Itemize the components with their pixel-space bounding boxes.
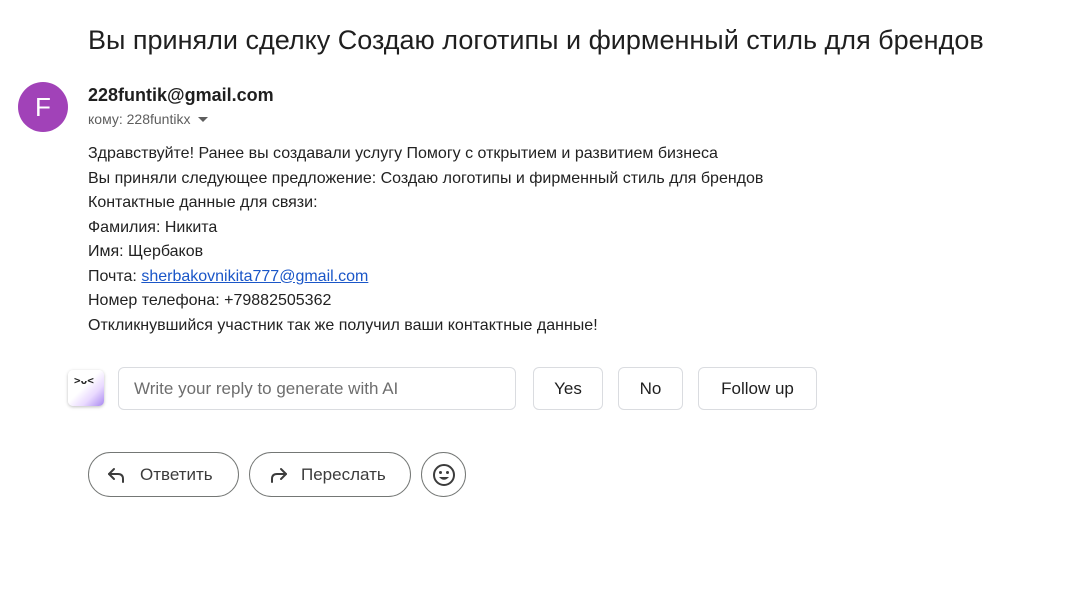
ai-reply-input[interactable] (118, 367, 516, 410)
forward-arrow-icon (271, 467, 287, 483)
body-name: Имя: Щербаков (88, 243, 204, 260)
reply-arrow-icon (108, 467, 124, 483)
emoji-reaction-button[interactable] (421, 452, 466, 497)
suggestion-follow-up-button[interactable]: Follow up (698, 367, 817, 410)
smiley-icon (432, 463, 455, 486)
suggestion-no-button[interactable]: No (618, 367, 683, 410)
body-surname: Фамилия: Никита (88, 218, 218, 236)
body-email-row: Почта: sherbakovnikita777@gmail.com (88, 265, 763, 290)
body-phone: Номер телефона: +79882505362 (88, 292, 332, 309)
sender-address[interactable]: 228funtik@gmail.com (88, 84, 274, 106)
recipient-details-toggle[interactable]: кому: 228funtikx (88, 110, 209, 128)
chevron-down-icon[interactable] (198, 116, 209, 122)
email-body: Здравствуйте! Ранее вы создавали услугу … (88, 142, 763, 338)
email-view: Вы приняли сделку Создаю логотипы и фирм… (0, 0, 1076, 591)
sender-avatar[interactable]: F (18, 82, 68, 132)
reply-label: Ответить (140, 464, 213, 484)
gemini-ai-icon: >ᴗ< (68, 370, 104, 406)
contact-email-link[interactable]: sherbakovnikita777@gmail.com (141, 268, 368, 285)
body-contacts-heading: Контактные данные для связи: (88, 194, 318, 211)
reply-button[interactable]: Ответить (88, 452, 239, 497)
body-offer: Вы приняли следующее предложение: Создаю… (88, 169, 764, 187)
body-closing: Откликнувшийся участник так же получил в… (88, 316, 598, 334)
forward-button[interactable]: Переслать (249, 452, 411, 497)
body-email-label: Почта: (88, 267, 142, 285)
email-subject: Вы приняли сделку Создаю логотипы и фирм… (88, 25, 984, 55)
recipient-label: кому: 228funtikx (88, 111, 191, 127)
forward-label: Переслать (301, 464, 386, 484)
body-greeting: Здравствуйте! Ранее вы создавали услугу … (88, 145, 718, 162)
suggestion-yes-button[interactable]: Yes (533, 367, 603, 410)
